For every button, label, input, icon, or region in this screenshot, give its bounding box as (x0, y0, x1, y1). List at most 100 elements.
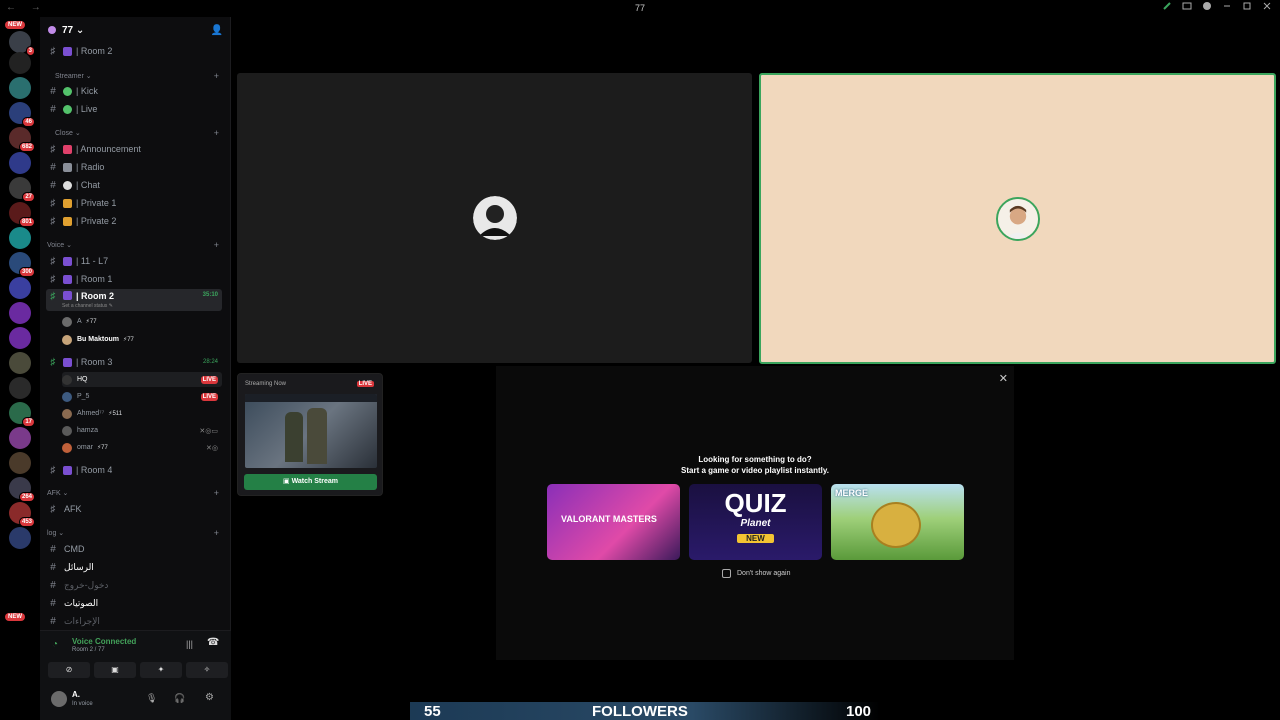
voice-user[interactable]: P_5 LIVE (62, 389, 222, 404)
add-channel-icon[interactable]: + (214, 488, 219, 498)
server-icon[interactable] (9, 277, 31, 299)
server-icon[interactable] (9, 327, 31, 349)
voice-user[interactable]: A ⚡77 (62, 314, 222, 329)
channel-emoji-icon (63, 144, 72, 154)
category-close[interactable]: Close ⌄ + (47, 128, 223, 138)
server-icon[interactable]: 453 (9, 502, 35, 527)
signal-icon[interactable]: ◔ (52, 639, 58, 650)
server-icon[interactable] (9, 302, 31, 324)
channel-announcement[interactable]: ♯ | Announcement (46, 141, 222, 157)
headphones-icon[interactable]: 🎧 (174, 693, 185, 704)
server-icon[interactable]: 682 (9, 127, 35, 152)
channel-radio[interactable]: # | Radio (46, 159, 222, 175)
channel-room4[interactable]: ♯ | Room 4 (46, 462, 222, 478)
server-icon[interactable]: 27 (9, 177, 35, 202)
server-icon[interactable] (9, 427, 31, 449)
channel-emoji-icon (63, 256, 72, 266)
help-icon[interactable] (1202, 1, 1212, 11)
server-icon[interactable] (9, 227, 31, 249)
close-window-icon[interactable] (1262, 1, 1272, 11)
channel-l7[interactable]: ♯ | 11 - L7 (46, 253, 222, 269)
channel-emoji-icon (63, 162, 72, 172)
inbox-icon[interactable] (1182, 1, 1192, 11)
channel-afk[interactable]: ♯ AFK (46, 501, 222, 517)
channel-room2-top[interactable]: ♯ | Room 2 (46, 43, 222, 59)
dont-show-again-option[interactable]: Don't show again (722, 569, 790, 578)
channel-messages[interactable]: # الرسائل (46, 559, 222, 575)
channel-cmd[interactable]: # CMD (46, 541, 222, 557)
game-card-quiz[interactable]: QUIZ Planet NEW (689, 484, 822, 560)
add-channel-icon[interactable]: + (214, 528, 219, 538)
add-channel-icon[interactable]: + (214, 71, 219, 81)
voice-user[interactable]: omar ⚡77 ✕◎ (62, 440, 222, 455)
soundboard-button[interactable]: ✧ (186, 662, 228, 678)
channel-status[interactable]: Set a channel status ✎ (62, 303, 113, 309)
close-icon[interactable]: ✕ (999, 372, 1008, 385)
video-tile-speaking[interactable] (759, 73, 1276, 364)
invite-icon[interactable]: 👤 (211, 25, 223, 36)
game-card-valorant[interactable]: VALORANT MASTERS (547, 484, 680, 560)
channel-kick[interactable]: # | Kick (46, 83, 222, 99)
camera-button[interactable]: ⊘ (48, 662, 90, 678)
activities-button[interactable]: ✦ (140, 662, 182, 678)
avatar[interactable] (51, 691, 67, 707)
category-afk[interactable]: AFK ⌄ + (47, 488, 223, 498)
channel-room1[interactable]: ♯ | Room 1 (46, 271, 222, 287)
stream-thumbnail[interactable] (245, 394, 377, 468)
user-name: omar (77, 444, 93, 451)
voice-channel-icon: ♯ (50, 356, 56, 368)
microphone-icon[interactable]: 🎙 (146, 693, 157, 704)
voice-user[interactable]: Bu Maktoum ⚡77 (62, 332, 222, 347)
followers-goal-bar: 55 FOLLOWERS 100 (410, 702, 880, 720)
server-icon[interactable]: 17 (9, 402, 35, 427)
guild-header[interactable]: 77 ⌄ 👤 (40, 17, 231, 43)
voice-connected-label[interactable]: Voice Connected (72, 637, 136, 646)
channel-actions[interactable]: # الإجراءات (46, 613, 222, 629)
screen-share-button[interactable]: ▣ (94, 662, 136, 678)
server-icon[interactable] (9, 77, 31, 99)
settings-gear-icon[interactable]: ⚙ (205, 692, 214, 703)
server-icon[interactable] (9, 452, 31, 474)
category-streamer[interactable]: Streamer ⌄ + (47, 71, 223, 81)
channel-room3[interactable]: ♯ | Room 3 28:24 (46, 354, 222, 370)
server-icon[interactable]: 300 (9, 252, 35, 277)
user-name[interactable]: A. (72, 690, 80, 699)
server-icon[interactable]: 801 (9, 202, 35, 227)
server-icon[interactable] (9, 377, 31, 399)
add-channel-icon[interactable]: + (214, 240, 219, 250)
server-icon[interactable] (9, 152, 31, 174)
game-card-merge[interactable]: MERGE (831, 484, 964, 560)
server-icon[interactable]: 264 (9, 477, 35, 502)
video-tile-user[interactable] (237, 73, 752, 363)
nitro-icon[interactable] (1162, 1, 1172, 11)
voice-user[interactable]: Ahmed⁷⁷ ⚡511 (62, 406, 222, 421)
game-title: MERGE (835, 488, 869, 498)
voice-channel-path[interactable]: Room 2 / 77 (72, 647, 105, 653)
category-voice[interactable]: Voice ⌄ + (47, 240, 223, 250)
channel-private2[interactable]: ♯ | Private 2 (46, 213, 222, 229)
channel-private1[interactable]: ♯ | Private 1 (46, 195, 222, 211)
channel-chat[interactable]: # | Chat (46, 177, 222, 193)
channel-join-leave[interactable]: # دخول-خروج (46, 577, 222, 593)
minimize-icon[interactable] (1222, 1, 1232, 11)
server-icon[interactable] (9, 352, 31, 374)
disconnect-icon[interactable]: ☎ (207, 637, 219, 648)
server-icon[interactable] (9, 527, 31, 549)
user-name: P_5 (77, 393, 90, 400)
voice-user[interactable]: hamza ✕◎▭ (62, 423, 222, 438)
server-icon[interactable]: 3 (9, 31, 35, 56)
channel-voice-log[interactable]: # الصوتيات (46, 595, 222, 611)
live-badge: LIVE (200, 375, 218, 384)
dont-show-again-checkbox[interactable] (722, 569, 731, 578)
server-icon[interactable] (9, 52, 31, 74)
server-rail: NEW 3 46 682 27 801 300 17 264 453 NEW (0, 17, 40, 720)
category-log[interactable]: log ⌄ + (47, 528, 223, 538)
channel-room2-active[interactable]: ♯ | Room 2 35:10 Set a channel status ✎ (46, 289, 222, 311)
add-channel-icon[interactable]: + (214, 128, 219, 138)
voice-user[interactable]: HQ LIVE (62, 372, 222, 387)
watch-stream-button[interactable]: ▣ Watch Stream (244, 474, 377, 490)
noise-suppression-icon[interactable]: ||| (186, 639, 193, 649)
maximize-icon[interactable] (1242, 1, 1252, 11)
server-icon[interactable]: 46 (9, 102, 35, 127)
channel-live[interactable]: # | Live (46, 101, 222, 117)
